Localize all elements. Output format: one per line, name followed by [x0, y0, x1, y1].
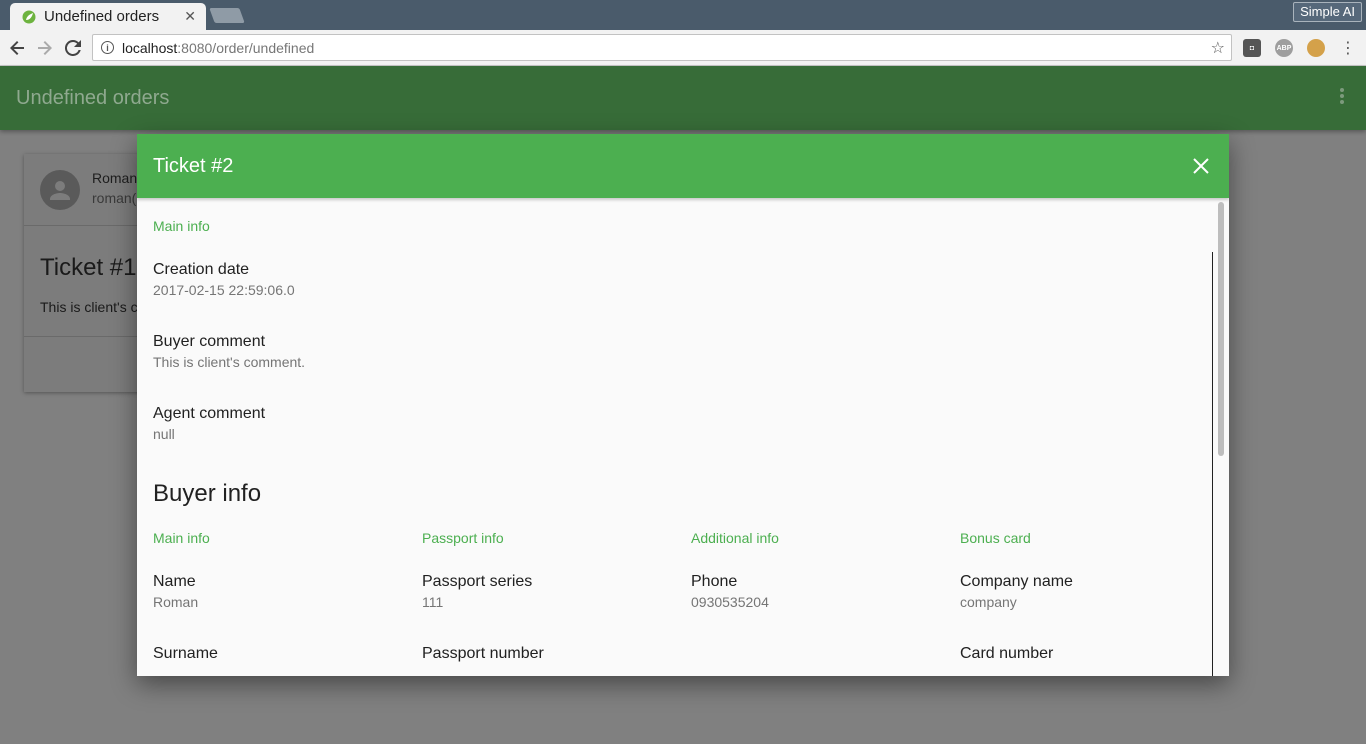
close-icon[interactable]: [1193, 158, 1209, 174]
item-label: Card number: [960, 645, 1054, 662]
forward-arrow-icon[interactable]: [34, 37, 56, 59]
url-host: localhost: [122, 39, 178, 56]
buyer-passport-info-column: Passport info Passport series 111 Passpo…: [422, 510, 691, 676]
list-item: Passport series 111: [422, 558, 691, 630]
dialog-content[interactable]: Main info Creation date 2017-02-15 22:59…: [137, 198, 1229, 676]
avatar: [40, 170, 80, 210]
tab-close-icon[interactable]: ✕: [184, 8, 196, 25]
column-subheader: Main info: [153, 530, 210, 546]
main-info-list: Main info Creation date 2017-02-15 22:59…: [153, 198, 753, 462]
item-label: Agent comment: [153, 405, 266, 422]
address-bar[interactable]: i localhost:8080/order/undefined ☆: [92, 34, 1232, 61]
item-value: Roman: [153, 594, 199, 610]
item-value: 0930535204: [691, 594, 769, 610]
list-item: Company name company: [960, 558, 1229, 630]
card-ticket-title: Ticket #1: [40, 254, 137, 281]
list-item: Creation date 2017-02-15 22:59:06.0: [153, 246, 753, 318]
card-comment: This is client's c: [40, 299, 138, 315]
reload-icon[interactable]: [62, 37, 84, 59]
item-label: Passport series: [422, 573, 533, 590]
browser-tabstrip: Undefined orders ✕ Simple AI: [0, 0, 1366, 30]
new-tab-button[interactable]: [209, 8, 245, 23]
tab-title: Undefined orders: [44, 8, 160, 25]
adblock-extension-icon[interactable]: ABP: [1275, 39, 1293, 57]
item-label: Buyer comment: [153, 333, 266, 350]
list-item: Name Roman: [153, 558, 422, 630]
scrollbar-thumb[interactable]: [1218, 202, 1224, 456]
url-path: :8080/order/undefined: [177, 39, 315, 56]
card-user-email: roman(: [92, 190, 137, 206]
dialog-title: Ticket #2: [153, 154, 234, 177]
item-label: Company name: [960, 573, 1073, 590]
column-subheader: Bonus card: [960, 530, 1031, 546]
profile-button[interactable]: Simple AI: [1293, 2, 1362, 22]
list-item: Surname: [153, 630, 422, 676]
person-icon: [50, 181, 70, 200]
browser-toolbar: i localhost:8080/order/undefined ☆ ◘ ABP…: [0, 30, 1366, 66]
buyer-main-info-column: Main info Name Roman Surname: [153, 510, 422, 676]
extension-shield-icon[interactable]: ◘: [1243, 39, 1261, 57]
browser-menu-icon[interactable]: ⋮: [1340, 38, 1356, 58]
more-vert-icon[interactable]: [1340, 88, 1344, 106]
item-value: This is client's comment.: [153, 354, 306, 370]
item-value: company: [960, 594, 1017, 610]
list-item: Agent comment null: [153, 390, 753, 462]
item-label: Creation date: [153, 261, 250, 278]
list-item: Buyer comment This is client's comment.: [153, 318, 753, 390]
column-subheader: Passport info: [422, 530, 504, 546]
ticket-dialog: Ticket #2 Main info Creation date 2017-0…: [137, 134, 1229, 676]
back-arrow-icon[interactable]: [6, 37, 28, 59]
cookie-extension-icon[interactable]: [1307, 39, 1325, 57]
buyer-info-title: Buyer info: [153, 480, 262, 507]
list-item: Passport number: [422, 630, 691, 676]
buyer-additional-info-column: Additional info Phone 0930535204: [691, 510, 960, 630]
main-info-subheader: Main info: [153, 218, 210, 234]
item-value: 2017-02-15 22:59:06.0: [153, 282, 295, 298]
item-label: Surname: [153, 645, 218, 662]
browser-tab[interactable]: Undefined orders ✕: [10, 3, 206, 30]
spring-leaf-icon: [22, 10, 36, 23]
column-subheader: Additional info: [691, 530, 779, 546]
item-value: 111: [422, 594, 444, 610]
dialog-header: Ticket #2: [137, 134, 1229, 198]
app-title: Undefined orders: [16, 86, 170, 109]
list-item: Phone 0930535204: [691, 558, 960, 630]
buyer-bonus-card-column: Bonus card Company name company Card num…: [960, 510, 1229, 676]
item-label: Phone: [691, 573, 738, 590]
app-bar: Undefined orders: [0, 66, 1366, 130]
item-value: null: [153, 426, 175, 442]
site-info-icon[interactable]: i: [101, 41, 114, 54]
bookmark-star-icon[interactable]: ☆: [1211, 38, 1225, 58]
item-label: Passport number: [422, 645, 544, 662]
card-user-name: Roman: [92, 170, 138, 186]
list-item: Card number: [960, 630, 1229, 676]
item-label: Name: [153, 573, 196, 590]
